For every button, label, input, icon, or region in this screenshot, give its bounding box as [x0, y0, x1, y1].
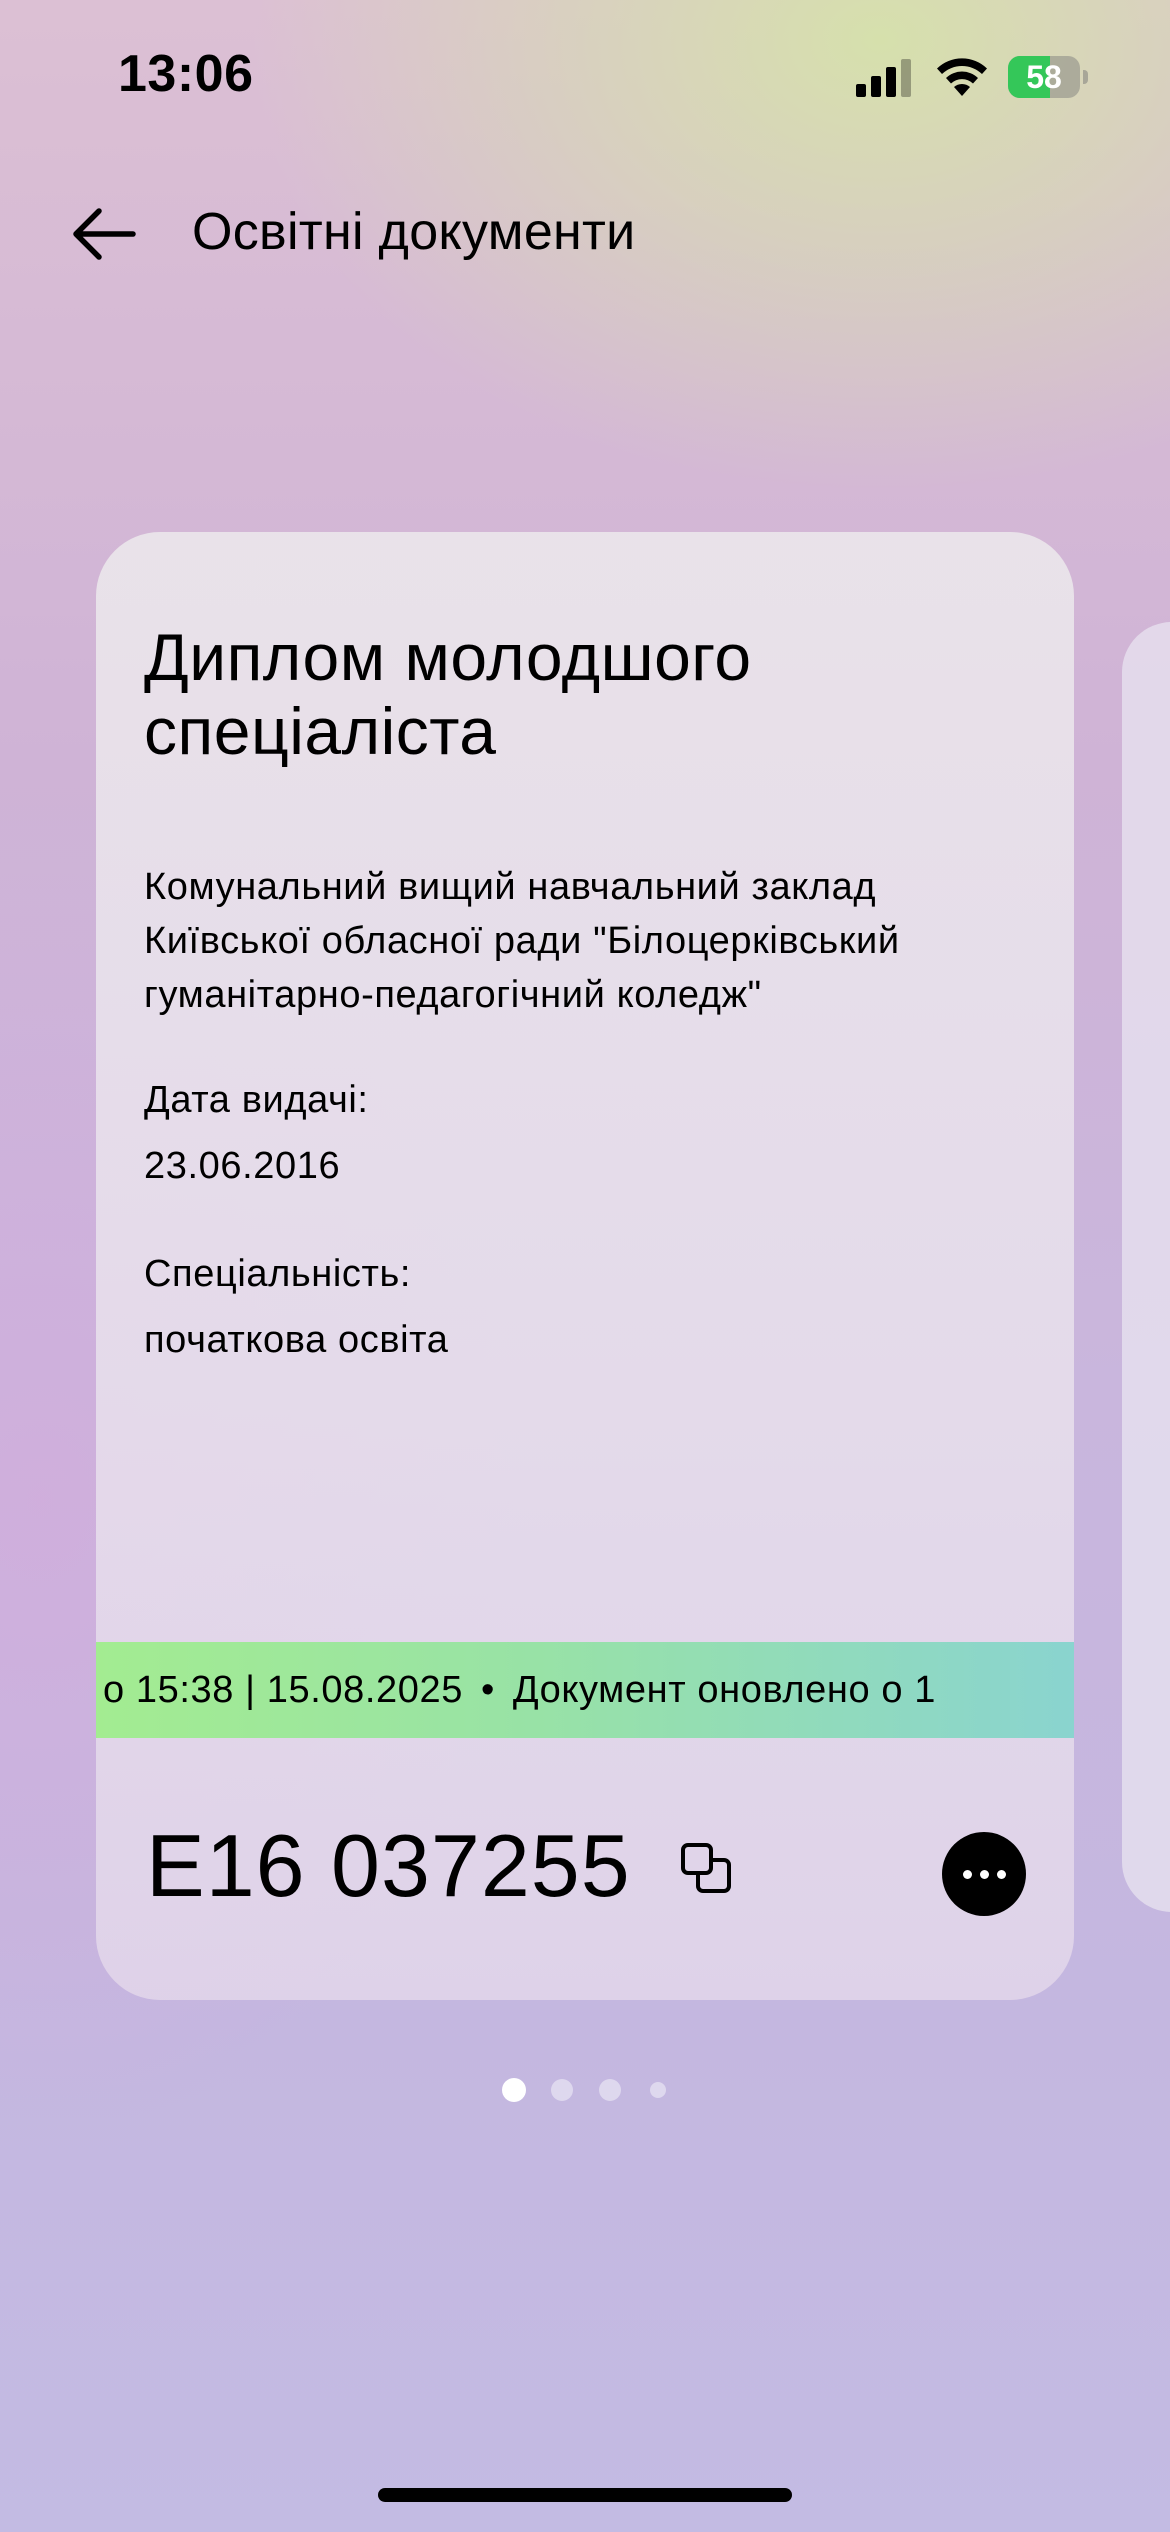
wifi-icon — [937, 58, 987, 96]
ellipsis-icon — [962, 1869, 972, 1879]
back-button[interactable] — [58, 198, 150, 270]
copy-icon[interactable] — [676, 1838, 736, 1898]
update-ticker: лено о 15:38 | 15.08.2025 • Документ оновл… — [96, 1642, 1074, 1738]
screen: 13:06 58 Освітні документи Диплом молодш… — [0, 0, 1170, 2532]
ticker-text-start: лено о 15:38 | 15.08.2025 — [96, 1669, 463, 1711]
arrow-left-icon — [73, 208, 136, 260]
page-dot[interactable] — [551, 2079, 573, 2101]
document-card[interactable]: Диплом молодшого спеціаліста Комунальний… — [96, 532, 1074, 2000]
page-indicator[interactable] — [0, 2078, 1170, 2108]
document-number: Е16 037255 — [146, 1816, 631, 1915]
page-dot-active[interactable] — [502, 2078, 526, 2102]
page-title: Освітні документи — [192, 203, 636, 261]
next-document-card[interactable] — [1122, 622, 1170, 1912]
page-dot[interactable] — [599, 2079, 621, 2101]
institution-name: Комунальний вищий навчальний заклад Київ… — [144, 866, 900, 1016]
battery-icon: 58 — [1008, 56, 1088, 98]
status-bar: 13:06 58 — [0, 0, 1170, 150]
page-dot[interactable] — [650, 2082, 666, 2098]
specialty-label: Спеціальність: — [144, 1253, 412, 1295]
more-options-button[interactable] — [942, 1832, 1026, 1916]
status-time: 13:06 — [118, 45, 254, 103]
issue-date-label: Дата видачі: — [144, 1079, 369, 1121]
signal-bars-icon — [856, 59, 911, 97]
issue-date-value: 23.06.2016 — [144, 1145, 341, 1187]
ticker-text-end: Документ оновлено о 1 — [512, 1669, 936, 1711]
ticker-separator: • — [480, 1669, 495, 1711]
specialty-value: початкова освіта — [144, 1319, 449, 1361]
home-indicator[interactable] — [378, 2488, 792, 2502]
battery-percent: 58 — [1026, 59, 1062, 95]
document-title: Диплом молодшого спеціаліста — [144, 620, 752, 768]
